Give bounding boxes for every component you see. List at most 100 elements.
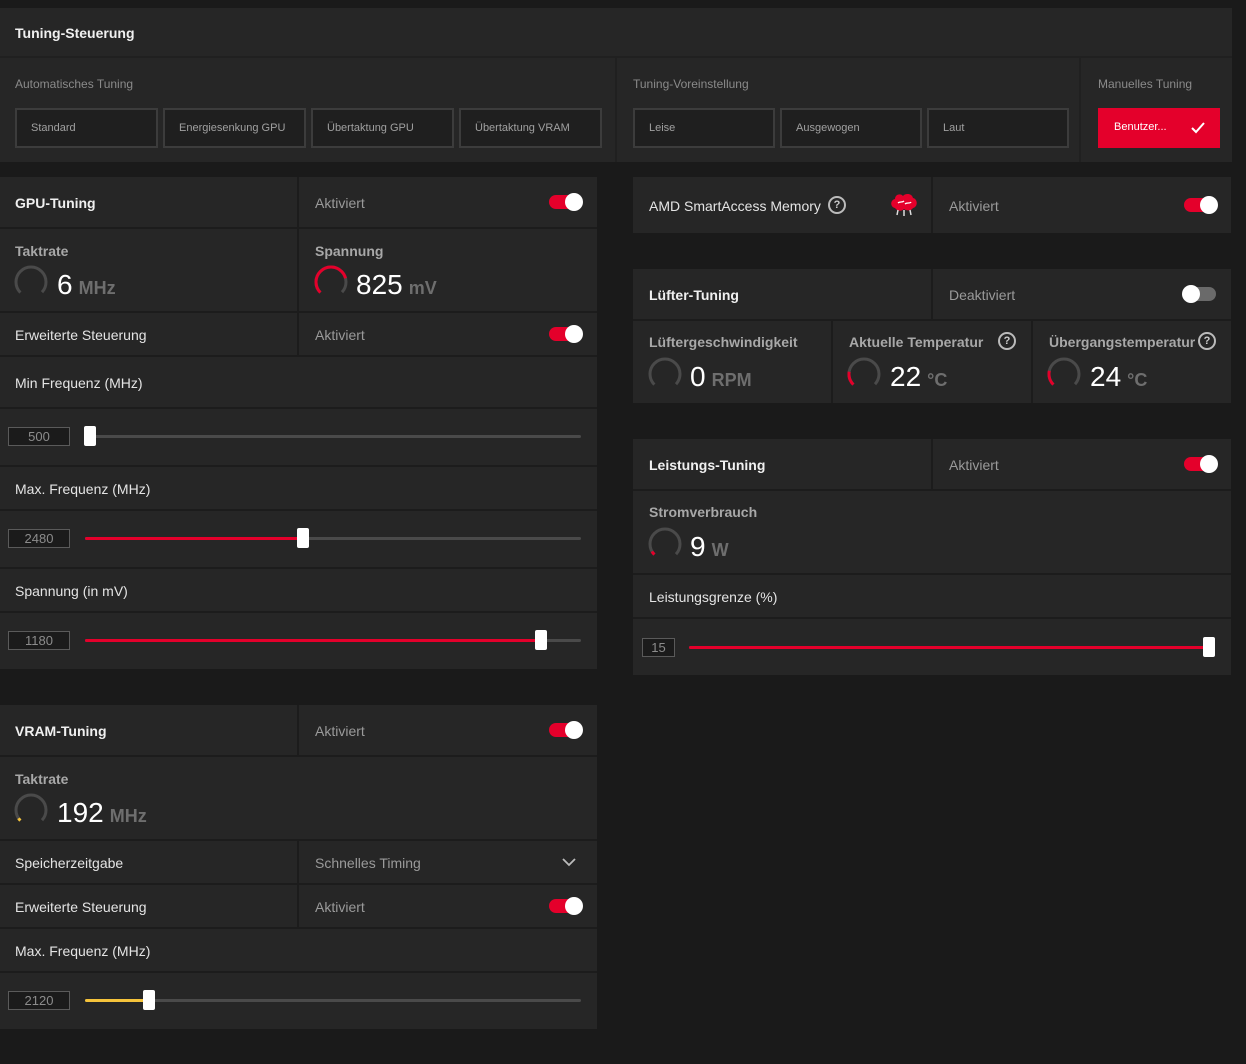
preset-gpu-overclock-button[interactable]: Übertaktung GPU [311,108,454,148]
fan-tuning-title: Lüfter-Tuning [649,287,739,303]
fan-tuning-panel: Lüfter-Tuning Deaktiviert Lüftergeschwin… [633,269,1231,403]
gpu-max-freq-label: Max. Frequenz (MHz) [15,481,151,497]
gpu-max-freq-slider[interactable] [85,528,581,548]
gpu-voltage-thumb[interactable] [535,630,548,650]
sam-toggle[interactable] [1184,196,1218,214]
gpu-advanced-toggle[interactable] [549,325,583,343]
vram-tuning-panel: VRAM-Tuning Aktiviert Taktrate 192 MHz Sp… [0,705,597,1029]
gpu-min-freq-label-cell: Min Frequenz (MHz) [0,357,597,407]
power-tuning-toggle-cell: Aktiviert [933,439,1231,489]
preset-quiet-button[interactable]: Leise [633,108,775,148]
vram-tuning-title: VRAM-Tuning [15,723,107,739]
gpu-voltage-input[interactable]: 1180 [8,631,70,650]
gpu-min-freq-slider[interactable] [84,426,581,446]
vram-timing-value: Schnelles Timing [315,855,421,871]
gpu-clock-value: 6 [57,269,73,300]
fan-junction-value: 24 [1090,361,1122,392]
vram-advanced-state: Aktiviert [315,899,365,915]
gpu-voltage-cell: Spannung 825 mV [299,229,597,311]
gpu-tuning-toggle-cell: Aktiviert [299,177,597,227]
tuning-preset-label: Tuning-Voreinstellung [633,77,749,91]
vram-tuning-header: VRAM-Tuning [0,705,297,755]
sam-title: AMD SmartAccess Memory [649,198,821,214]
tuning-preset-section: Tuning-Voreinstellung Leise Ausgewogen L… [617,58,1079,162]
vram-max-freq-slider[interactable] [85,990,581,1010]
vram-timing-label-cell: Speicherzeitgabe [0,841,297,883]
fan-temp-value: 22 [890,361,922,392]
gpu-clock-readout: 6 MHz [57,269,116,301]
gpu-voltage-fill [85,639,542,642]
gpu-min-freq-slider-cell: 500 [0,409,597,465]
vram-max-freq-label: Max. Frequenz (MHz) [15,943,151,959]
auto-tuning-section: Automatisches Tuning Standard Energiesen… [0,58,615,162]
gpu-tuning-state: Aktiviert [315,195,365,211]
vram-advanced-toggle[interactable] [549,897,583,915]
power-usage-unit: W [711,540,729,560]
gpu-clock-gauge-icon [14,265,48,299]
fan-tuning-toggle[interactable] [1182,285,1216,303]
power-limit-slider[interactable] [689,637,1215,657]
gpu-max-freq-input[interactable]: 2480 [8,529,70,548]
vram-tuning-toggle[interactable] [549,721,583,739]
gpu-voltage-gauge-icon [314,265,348,299]
gpu-voltage-label-cell: Spannung (in mV) [0,569,597,611]
fan-tuning-state: Deaktiviert [949,287,1016,303]
manual-tuning-section: Manuelles Tuning Benutzer... [1081,58,1232,162]
gpu-advanced-label: Erweiterte Steuerung [15,327,147,343]
help-icon[interactable]: ? [828,196,846,214]
gpu-voltage-readout: 825 mV [356,269,437,301]
power-limit-slider-cell: 15 [633,619,1231,675]
vram-max-freq-thumb[interactable] [143,990,156,1010]
power-usage-value: 9 [690,531,706,562]
fan-speed-cell: Lüftergeschwindigkeit 0 RPM [633,321,831,403]
gpu-voltage-slider[interactable] [85,630,581,650]
manual-tuning-label: Manuelles Tuning [1098,77,1193,91]
vram-timing-label: Speicherzeitgabe [15,855,124,871]
gpu-min-freq-input[interactable]: 500 [8,427,70,446]
vram-advanced-label: Erweiterte Steuerung [15,899,147,915]
gpu-clock-unit: MHz [78,278,116,298]
vram-advanced-toggle-cell: Aktiviert [299,885,597,927]
vram-max-freq-label-cell: Max. Frequenz (MHz) [0,929,597,971]
fan-junction-unit: °C [1127,370,1148,390]
gpu-voltage-value: 825 [356,269,403,300]
fan-temp-cell: Aktuelle Temperatur ? 22 °C [833,321,1031,403]
preset-loud-button[interactable]: Laut [927,108,1069,148]
vram-max-freq-input[interactable]: 2120 [8,991,70,1010]
preset-standard-button[interactable]: Standard [15,108,158,148]
chevron-down-icon [562,858,576,867]
gpu-voltage-unit: mV [408,278,437,298]
preset-balanced-button[interactable]: Ausgewogen [780,108,922,148]
vram-timing-dropdown[interactable]: Schnelles Timing [299,841,597,883]
power-limit-label: Leistungsgrenze (%) [649,589,778,605]
custom-tuning-button[interactable]: Benutzer... [1098,108,1220,148]
power-limit-thumb[interactable] [1203,637,1215,657]
brain-icon [891,193,917,216]
vram-clock-readout: 192 MHz [57,797,147,829]
fan-speed-value: 0 [690,361,706,392]
vram-max-freq-slider-cell: 2120 [0,973,597,1029]
gpu-voltage-slider-label: Spannung (in mV) [15,583,128,599]
power-usage-cell: Stromverbrauch 9W [633,491,1231,573]
power-limit-label-cell: Leistungsgrenze (%) [633,575,1231,617]
gpu-tuning-title: GPU-Tuning [15,195,96,211]
preset-vram-overclock-button[interactable]: Übertaktung VRAM [459,108,602,148]
vram-max-freq-fill [85,999,150,1002]
tuning-control-title: Tuning-Steuerung [15,25,135,41]
help-icon[interactable]: ? [1198,332,1216,350]
vram-clock-value: 192 [57,797,104,828]
vram-clock-cell: Taktrate 192 MHz [0,757,597,839]
preset-power-saving-button[interactable]: Energiesenkung GPU [163,108,306,148]
gpu-advanced-state: Aktiviert [315,327,365,343]
power-tuning-toggle[interactable] [1184,455,1218,473]
power-tuning-state: Aktiviert [949,457,999,473]
gpu-min-freq-label: Min Frequenz (MHz) [15,375,143,391]
power-limit-input[interactable]: 15 [642,638,675,657]
power-tuning-panel: Leistungs-Tuning Aktiviert Stromverbrauc… [633,439,1231,675]
gpu-min-freq-thumb[interactable] [84,426,96,446]
gpu-tuning-toggle[interactable] [549,193,583,211]
gpu-max-freq-thumb[interactable] [297,528,310,548]
vram-clock-gauge-icon [14,793,48,827]
help-icon[interactable]: ? [998,332,1016,350]
auto-tuning-label: Automatisches Tuning [15,77,134,91]
